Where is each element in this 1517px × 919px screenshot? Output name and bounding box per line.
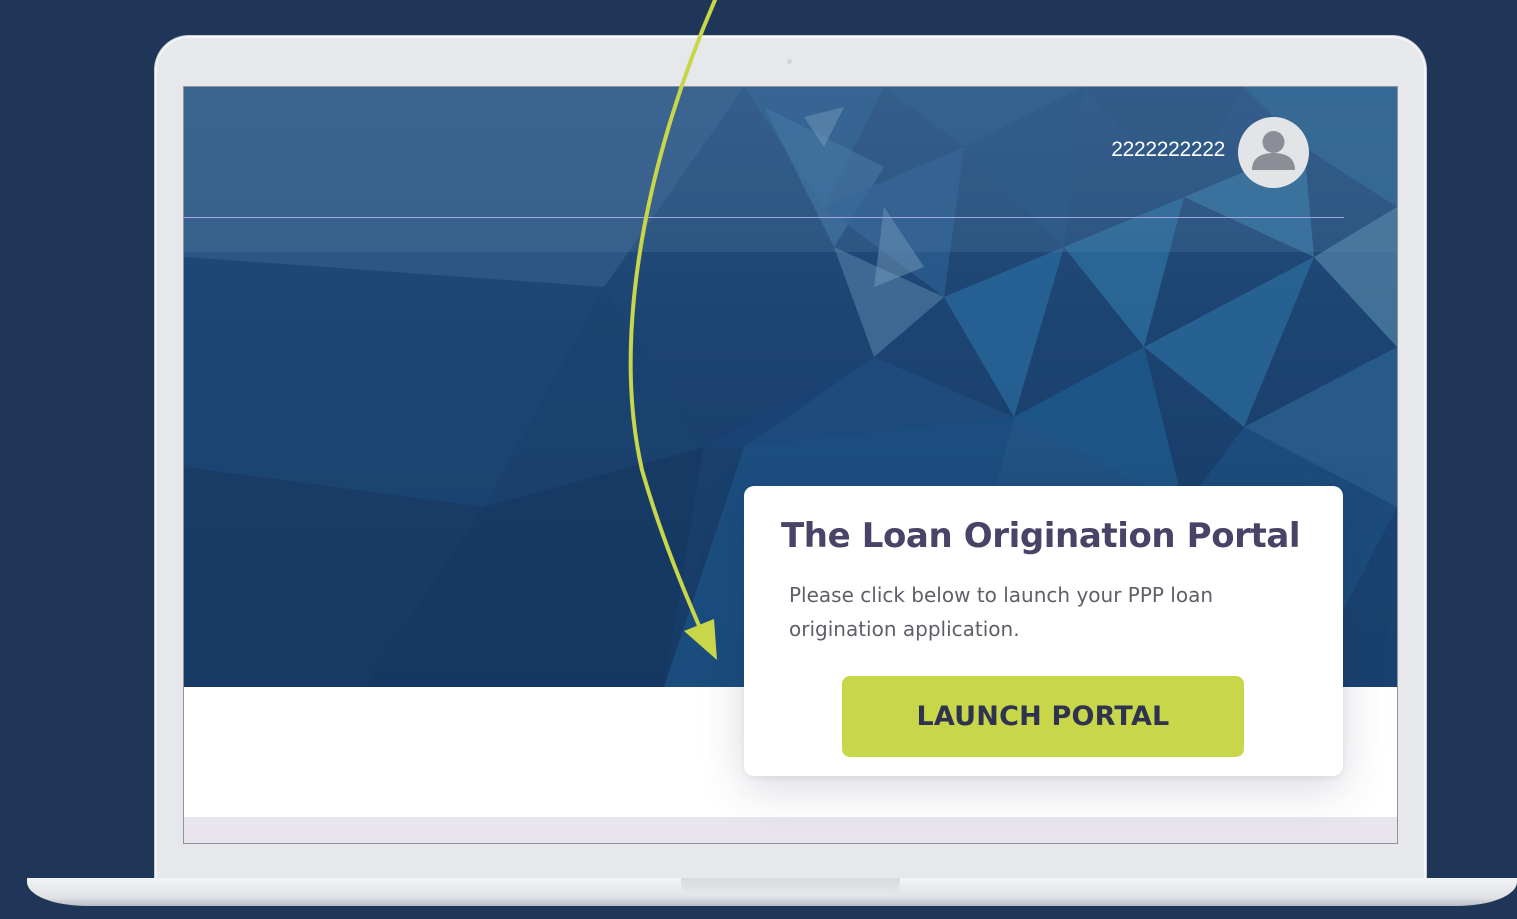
launch-portal-button[interactable]: LAUNCH PORTAL <box>842 676 1244 757</box>
stage: 2222222222 The Loan Origination Portal P… <box>0 0 1517 919</box>
portal-card: The Loan Origination Portal Please click… <box>744 486 1343 776</box>
user-id-label: 2222222222 <box>1111 138 1225 161</box>
user-avatar-icon[interactable] <box>1238 117 1309 188</box>
card-title: The Loan Origination Portal <box>781 516 1301 556</box>
header-band <box>184 87 1397 252</box>
laptop-notch <box>681 878 900 896</box>
header-divider <box>184 217 1344 218</box>
footer-strip <box>184 817 1397 843</box>
card-description: Please click below to launch your PPP lo… <box>789 583 1214 641</box>
webcam-dot <box>787 59 792 64</box>
